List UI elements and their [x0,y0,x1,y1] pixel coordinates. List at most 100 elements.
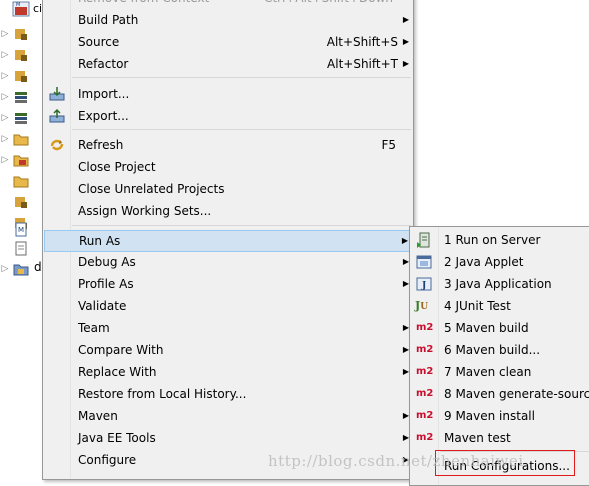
menu-item-refresh[interactable]: Refresh F5 [43,134,413,156]
menu-item-maven[interactable]: Maven ▶ [43,405,413,427]
menu-item-debug-as[interactable]: Debug As ▶ [43,251,413,273]
junit-icon: JU [415,295,428,318]
svg-text:M: M [16,2,20,8]
menu-item-source[interactable]: Source Alt+Shift+S ▶ [43,31,413,53]
maven-icon: m2 [416,432,434,443]
maven-file-icon: M [13,222,29,238]
menu-item-export[interactable]: Export... [43,105,413,127]
submenu-item-label: 2 Java Applet [444,255,524,269]
submenu-item-label: 3 Java Application [444,277,552,291]
expand-twisty-icon[interactable]: ▷ [0,154,10,166]
menu-item-import[interactable]: Import... [43,83,413,105]
expand-twisty-icon[interactable]: ▷ [0,28,10,40]
menu-item-label: Team [78,321,110,335]
menu-item-label: Run As [79,234,121,248]
expand-twisty-icon[interactable]: ▷ [0,133,10,145]
menu-item-compare-with[interactable]: Compare With ▶ [43,339,413,361]
expand-twisty-icon[interactable]: ▷ [0,91,10,103]
menu-item-refactor[interactable]: Refactor Alt+Shift+T ▶ [43,53,413,75]
menu-item-label: Import... [78,87,130,101]
menu-item-close-project[interactable]: Close Project [43,156,413,178]
submenu-item-run-on-server[interactable]: 1 Run on Server [410,229,589,251]
submenu-item-maven-generate-sources[interactable]: m2 8 Maven generate-sources [410,383,589,405]
junit-icon-u: U [420,302,429,312]
watermark-text: http://blog.csdn.net/zhenhaiwei [268,452,524,470]
submenu-item-label: Maven test [444,431,511,445]
menu-item-replace-with[interactable]: Replace With ▶ [43,361,413,383]
submenu-item-maven-build-dialog[interactable]: m2 6 Maven build... [410,339,589,361]
expand-twisty-icon[interactable]: ▷ [0,70,10,82]
expand-twisty-icon[interactable]: ▷ [0,112,10,124]
submenu-item-label: 7 Maven clean [444,365,532,379]
menu-item-run-as[interactable]: Run As ▶ [44,230,412,252]
library-icon [13,110,29,126]
submenu-item-label: 6 Maven build... [444,343,541,357]
menu-item-shortcut: Ctrl+Alt+Shift+Down [264,0,393,9]
submenu-item-maven-build[interactable]: m2 5 Maven build [410,317,589,339]
menu-item-label: Compare With [78,343,164,357]
folder-icon [13,131,29,147]
submenu-item-label: 4 JUnit Test [444,299,511,313]
folder-icon [13,173,29,189]
import-icon [49,86,65,102]
menu-item-label: Assign Working Sets... [78,204,212,218]
menu-item-java-ee-tools[interactable]: Java EE Tools ▶ [43,427,413,449]
run-as-submenu: 1 Run on Server 2 Java Applet J 3 Java A… [409,226,589,486]
expand-twisty-icon[interactable]: ▷ [0,263,10,275]
menu-item-shortcut: Alt+Shift+T [327,57,398,71]
svg-text:M: M [18,226,24,234]
menu-separator [72,129,411,130]
submenu-item-label: 1 Run on Server [444,233,541,247]
menu-separator [72,225,411,226]
menu-item-label: Remove from Context [78,0,209,9]
submenu-item-label: 9 Maven install [444,409,535,423]
menu-item-shortcut: F5 [381,138,396,152]
submenu-item-maven-install[interactable]: m2 9 Maven install [410,405,589,427]
submenu-item-maven-clean[interactable]: m2 7 Maven clean [410,361,589,383]
menu-item-label: Source [78,35,120,49]
maven-icon: m2 [416,388,434,399]
menu-item-label: Restore from Local History... [78,387,247,401]
menu-item-label: Refresh [78,138,124,152]
menu-item-team[interactable]: Team ▶ [43,317,413,339]
tree-root-label[interactable]: ci [33,2,42,15]
project-explorer-tree: M ci ▷ ▷ ▷ ▷ ▷ ▷ ▷ M ▷ d [0,0,44,481]
submenu-item-label: 5 Maven build [444,321,529,335]
package-folder-icon [13,47,29,63]
maven-icon: m2 [416,344,434,355]
menu-item-profile-as[interactable]: Profile As ▶ [43,273,413,295]
menu-item-label: Export... [78,109,129,123]
menu-item-label: Debug As [78,255,136,269]
menu-item-shortcut: Alt+Shift+S [326,35,398,49]
menu-item-build-path[interactable]: Build Path ▶ [43,9,413,31]
maven-icon: m2 [416,366,434,377]
context-menu: Remove from Context Ctrl+Alt+Shift+Down … [42,0,414,480]
tree-item-label[interactable]: d [34,260,42,274]
submenu-item-label: 8 Maven generate-sources [444,387,589,401]
server-icon [416,232,432,248]
project-folder-icon: M [12,1,30,17]
maven-icon: m2 [416,410,434,421]
menu-item-label: Build Path [78,13,139,27]
submenu-item-java-applet[interactable]: 2 Java Applet [410,251,589,273]
menu-item-label: Java EE Tools [78,431,156,445]
menu-item-label: Close Unrelated Projects [78,182,225,196]
submenu-arrow-icon: ▶ [401,236,408,245]
project-folder-icon [13,261,29,277]
submenu-arrow-icon: ▶ [402,15,409,24]
menu-item-restore-from-local-history[interactable]: Restore from Local History... [43,383,413,405]
applet-icon [416,254,432,270]
expand-twisty-icon[interactable]: ▷ [0,49,10,61]
menu-item-close-unrelated-projects[interactable]: Close Unrelated Projects [43,178,413,200]
submenu-arrow-icon: ▶ [402,59,409,68]
menu-item-validate[interactable]: Validate [43,295,413,317]
menu-item-remove-from-context[interactable]: Remove from Context Ctrl+Alt+Shift+Down [43,0,413,9]
submenu-item-java-application[interactable]: J 3 Java Application [410,273,589,295]
submenu-item-maven-test[interactable]: m2 Maven test [410,427,589,449]
menu-item-label: Refactor [78,57,129,71]
maven-icon: m2 [416,322,434,333]
file-icon [13,241,29,257]
package-folder-icon [13,194,29,210]
menu-item-assign-working-sets[interactable]: Assign Working Sets... [43,200,413,222]
submenu-item-junit-test[interactable]: JU 4 JUnit Test [410,295,589,317]
